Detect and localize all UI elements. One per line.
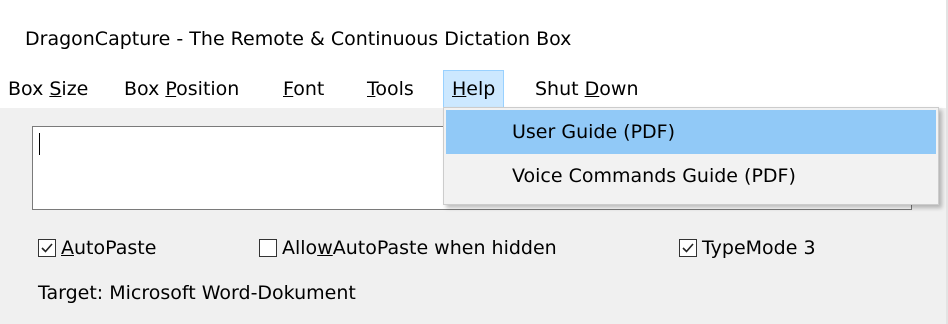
menu-label-part: ize	[61, 78, 89, 100]
menu-tools[interactable]: Tools	[359, 70, 422, 108]
checkbox-label: TypeMode 3	[702, 237, 816, 259]
checkbox-label-part: AutoPaste when hidden	[332, 237, 557, 259]
text-caret	[39, 133, 40, 155]
menu-label-part: ont	[293, 78, 325, 100]
allow-autopaste-hidden-checkbox[interactable]: Allo w AutoPaste when hidden	[259, 234, 557, 262]
checkbox-checked-icon	[679, 239, 697, 257]
menu-item-label: User Guide (PDF)	[512, 121, 676, 143]
menu-item-user-guide[interactable]: User Guide (PDF)	[446, 110, 936, 154]
target-status: Target: Microsoft Word-Dokument	[38, 282, 356, 304]
menu-item-voice-commands-guide[interactable]: Voice Commands Guide (PDF)	[446, 154, 936, 198]
menu-accelerator: S	[49, 78, 62, 100]
dragoncapture-window: DragonCapture - The Remote & Continuous …	[0, 0, 948, 324]
menu-label-part: ools	[375, 78, 414, 100]
menu-accelerator: P	[165, 78, 177, 100]
menu-accelerator: D	[584, 78, 600, 100]
menu-label-part: own	[599, 78, 639, 100]
menu-label-part: Shut	[535, 78, 585, 100]
menu-help[interactable]: Help	[443, 70, 505, 108]
checkbox-accelerator: w	[317, 237, 333, 259]
checkbox-accelerator: A	[61, 237, 74, 259]
autopaste-checkbox[interactable]: AutoPaste	[38, 234, 156, 262]
options-row: AutoPaste Allo w AutoPaste when hidden Ty…	[0, 234, 946, 262]
checkbox-checked-icon	[38, 239, 56, 257]
menu-accelerator: H	[452, 78, 467, 100]
menu-accelerator: F	[283, 78, 294, 100]
window-title: DragonCapture - The Remote & Continuous …	[25, 28, 572, 50]
menu-bar: Box Size Box Position Font Tools Help Sh…	[0, 70, 946, 108]
menu-item-label: Voice Commands Guide (PDF)	[512, 165, 796, 187]
menu-label-part: elp	[466, 78, 496, 100]
title-bar: DragonCapture - The Remote & Continuous …	[0, 0, 946, 70]
menu-box-size[interactable]: Box Size	[0, 70, 96, 108]
checkbox-unchecked-icon	[259, 239, 277, 257]
menu-label-part: Box	[8, 78, 50, 100]
menu-label-part: Box	[124, 78, 166, 100]
menu-font[interactable]: Font	[275, 70, 332, 108]
checkbox-label-part: Allo	[282, 237, 318, 259]
menu-box-position[interactable]: Box Position	[116, 70, 247, 108]
menu-shut-down[interactable]: Shut Down	[527, 70, 647, 108]
checkbox-label-part: utoPaste	[74, 237, 157, 259]
typemode-checkbox[interactable]: TypeMode 3	[679, 234, 816, 262]
help-dropdown-menu: User Guide (PDF) Voice Commands Guide (P…	[443, 107, 939, 205]
menu-label-part: osition	[176, 78, 240, 100]
